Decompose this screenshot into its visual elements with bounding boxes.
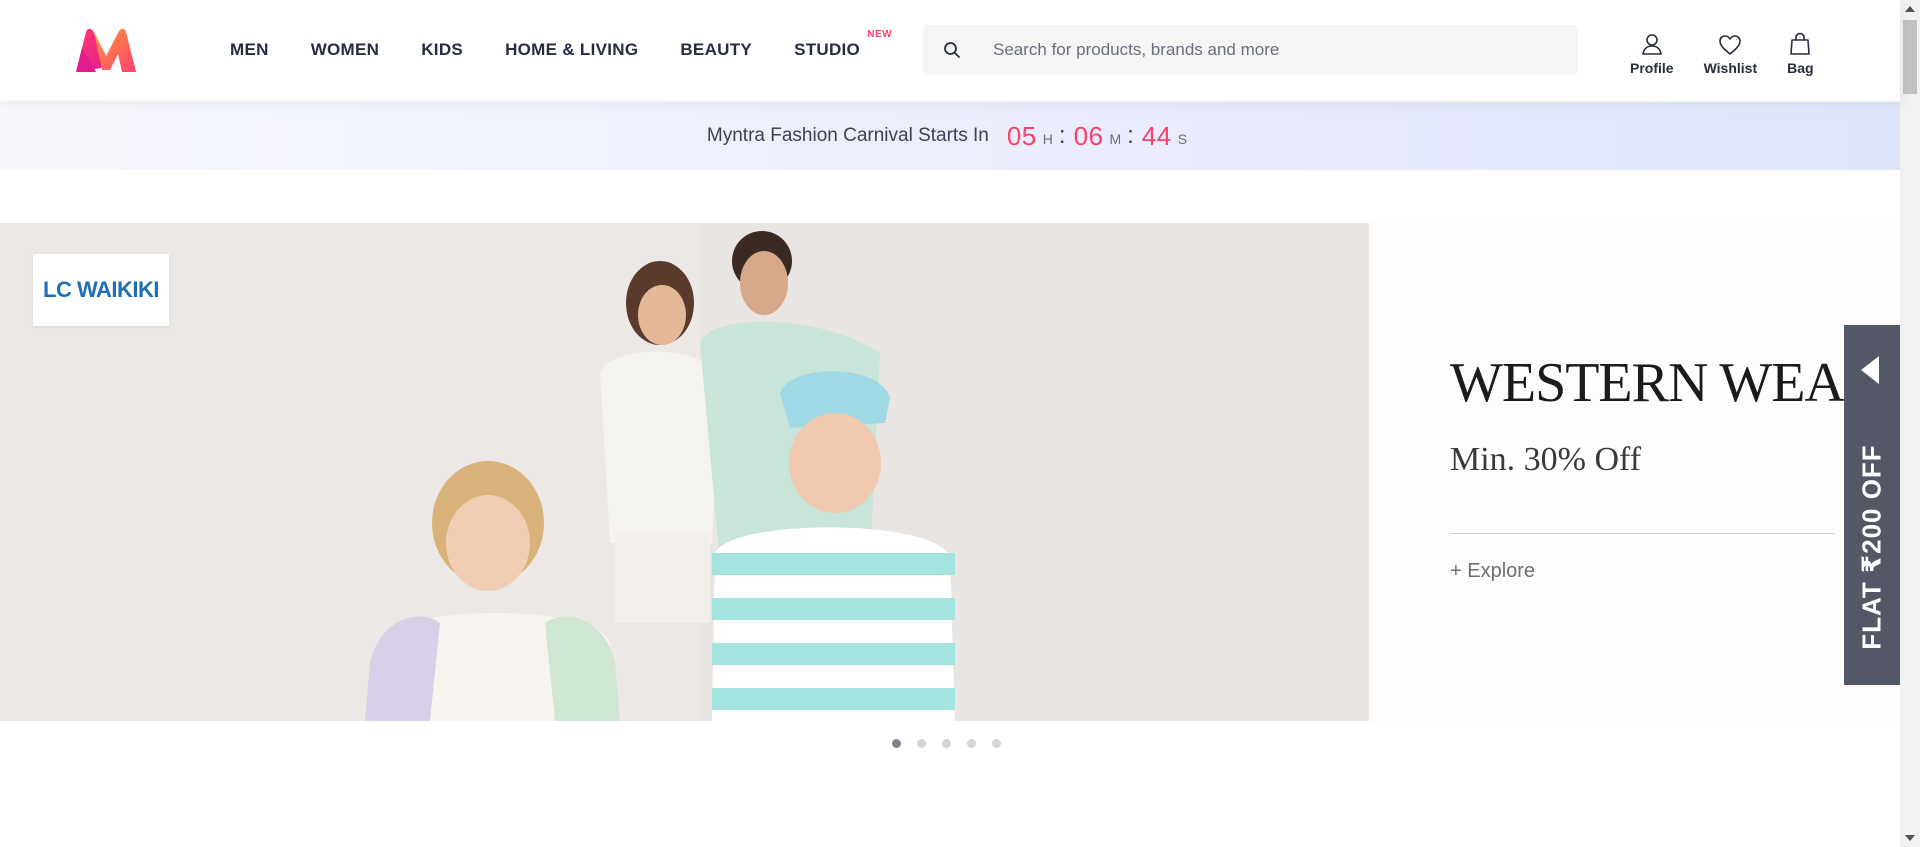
banner-promo-panel[interactable]: WESTERN WEAR Min. 30% Off + Explore (1369, 223, 1900, 721)
countdown-seconds-unit: S (1177, 131, 1188, 147)
countdown-minutes-unit: M (1109, 131, 1122, 147)
nav-item-label: STUDIO (794, 40, 861, 59)
carousel-dot[interactable] (992, 739, 1001, 748)
carousel-dot[interactable] (942, 739, 951, 748)
nav-item-studio[interactable]: STUDIO NEW (794, 29, 892, 60)
flat-offer-tab[interactable]: FLAT ₹200 OFF (1844, 325, 1900, 685)
bag-button[interactable]: Bag (1787, 30, 1814, 76)
nav-item-label: HOME & LIVING (505, 40, 639, 59)
scrollbar-thumb[interactable] (1903, 20, 1917, 94)
search-bar (923, 25, 1578, 75)
nav-item-men[interactable]: MEN (230, 40, 269, 60)
nav-item-beauty[interactable]: BEAUTY (680, 40, 752, 60)
profile-label: Profile (1630, 60, 1674, 76)
scroll-up-icon[interactable] (1905, 6, 1915, 12)
new-badge: NEW (867, 29, 893, 40)
nav-item-label: MEN (230, 40, 269, 59)
countdown-banner[interactable]: Myntra Fashion Carnival Starts In 05 H :… (0, 102, 1900, 170)
brand-logo[interactable]: LC WAIKIKI (33, 254, 169, 326)
promo-divider (1450, 533, 1835, 534)
hero-banner[interactable]: LC WAIKIKI WESTERN WEAR Min. 30% Off + E… (0, 223, 1900, 721)
bag-label: Bag (1787, 60, 1814, 76)
countdown-separator: : (1127, 122, 1134, 149)
banner-image[interactable]: LC WAIKIKI (0, 223, 1369, 721)
bag-icon (1789, 30, 1811, 56)
brand-name: LC WAIKIKI (43, 277, 160, 302)
nav-item-home-living[interactable]: HOME & LIVING (505, 40, 638, 60)
promo-subtitle: Min. 30% Off (1450, 441, 1642, 478)
countdown-text: Myntra Fashion Carnival Starts In (706, 125, 989, 146)
nav-item-label: WOMEN (310, 40, 380, 59)
scroll-down-icon[interactable] (1905, 835, 1915, 841)
user-icon (1640, 30, 1664, 56)
arrow-left-icon (1861, 356, 1879, 384)
page-scrollbar[interactable] (1900, 0, 1920, 847)
carousel-dot[interactable] (967, 739, 976, 748)
promo-title: WESTERN WEAR (1450, 352, 1881, 414)
nav-item-label: KIDS (421, 40, 464, 59)
search-input[interactable] (981, 25, 1578, 75)
carousel-dot[interactable] (917, 739, 926, 748)
countdown-hours-unit: H (1042, 131, 1053, 147)
countdown-minutes: 06 (1073, 120, 1104, 151)
flat-offer-text: FLAT ₹200 OFF (1856, 444, 1887, 650)
carousel-dots (892, 739, 1017, 748)
nav-item-kids[interactable]: KIDS (421, 40, 463, 60)
nav-item-women[interactable]: WOMEN (311, 40, 380, 60)
explore-link[interactable]: + Explore (1450, 560, 1535, 583)
profile-button[interactable]: Profile (1630, 30, 1674, 76)
wishlist-label: Wishlist (1703, 60, 1758, 76)
myntra-logo[interactable] (74, 26, 138, 76)
header-actions: Profile Wishlist Bag (1630, 30, 1844, 76)
search-icon[interactable] (923, 41, 981, 59)
header: MEN WOMEN KIDS HOME & LIVING BEAUTY STUD… (0, 0, 1900, 100)
main-nav: MEN WOMEN KIDS HOME & LIVING BEAUTY STUD… (230, 0, 902, 100)
nav-item-label: BEAUTY (680, 40, 753, 59)
heart-icon (1718, 30, 1742, 56)
countdown-hours: 05 (1006, 120, 1037, 151)
banner-photo-illustration (0, 223, 1369, 721)
wishlist-button[interactable]: Wishlist (1703, 30, 1758, 76)
countdown-separator: : (1058, 122, 1066, 149)
carousel-dot[interactable] (892, 739, 901, 748)
countdown-seconds: 44 (1141, 120, 1172, 151)
